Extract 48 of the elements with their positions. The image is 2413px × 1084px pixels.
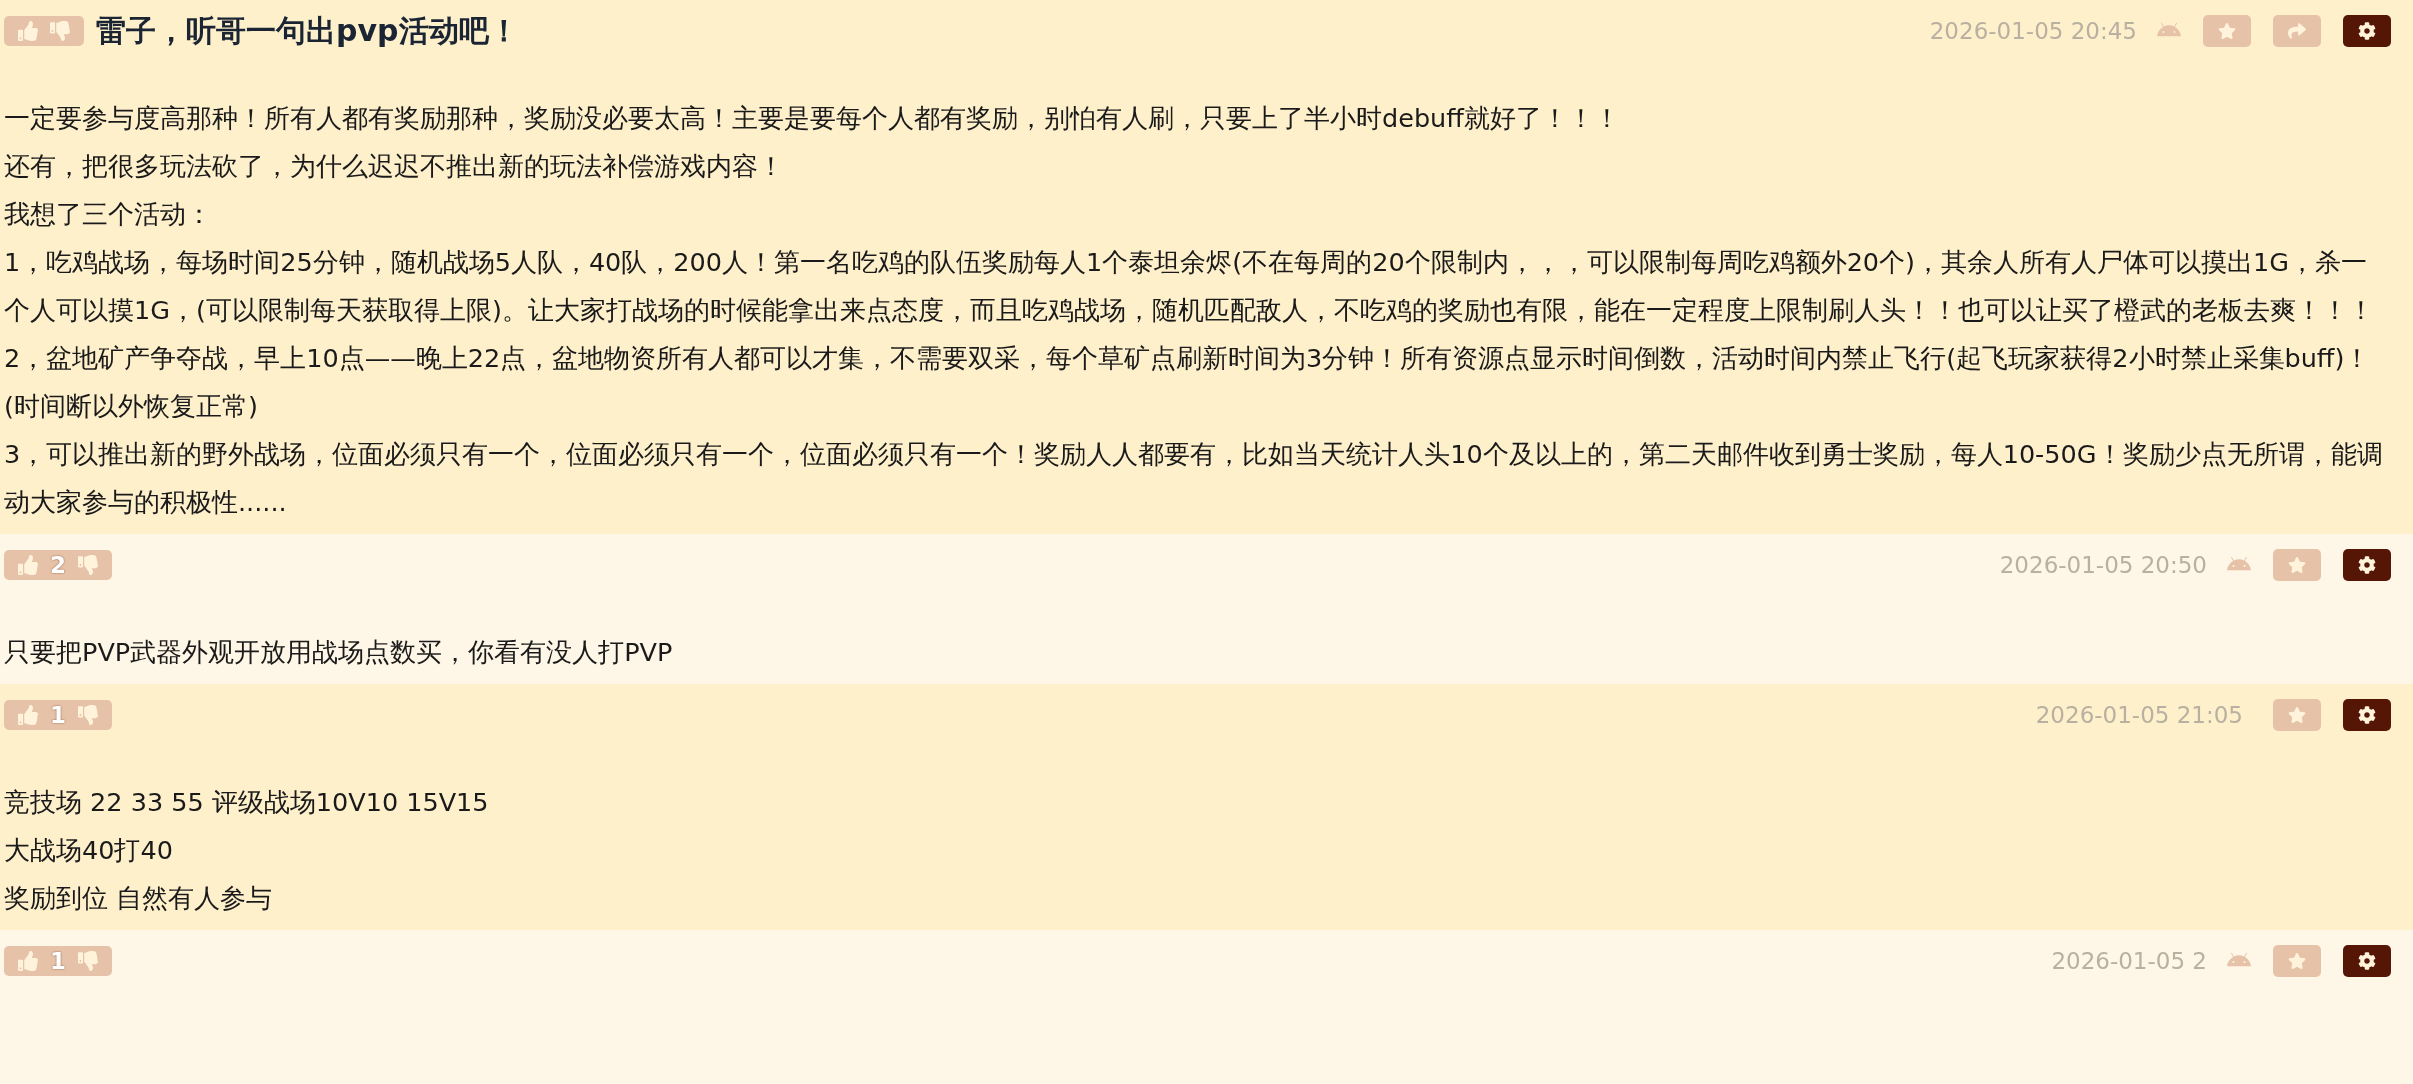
thumbs-up-icon[interactable] — [18, 951, 38, 971]
comment-text: 2，盆地矿产争夺战，早上10点——晚上22点，盆地物资所有人都可以才集，不需要双采，每个草矿点刷新时间为3分钟！所有资源点显示时间倒数，活动时间内禁止飞行(起飞玩家获得2小时禁止采集buff)！(时间断以外恢复正常) — [4, 342, 2372, 423]
star-icon — [2288, 556, 2306, 574]
settings-button[interactable] — [2343, 699, 2391, 731]
vote-count: 1 — [50, 948, 66, 974]
vote-pill[interactable]: 1 — [4, 946, 112, 976]
settings-button[interactable] — [2343, 15, 2391, 47]
vote-pill[interactable]: 1 — [4, 700, 112, 730]
settings-icon — [2358, 22, 2376, 40]
star-button[interactable] — [2273, 699, 2321, 731]
vote-pill[interactable]: 2 — [4, 550, 112, 580]
comment-text: 我想了三个活动： — [4, 198, 213, 231]
thumbs-down-icon[interactable] — [78, 555, 98, 575]
comment-text: 竞技场 22 33 55 评级战场10V10 15V15 — [4, 786, 490, 819]
timestamp: 2026-01-05 21:05 — [2035, 702, 2243, 728]
settings-icon — [2358, 706, 2376, 724]
comment-text: 1，吃鸡战场，每场时间25分钟，随机战场5人队，40队，200人！第一名吃鸡的队伍奖励每人1个泰坦余烬(不在每周的20个限制内，，，可以限制每周吃鸡额外20个)，其余人所有人尸体可以摸出1G，杀一个人可以摸1G，(可以限制每天获取得上限)。让大家打战场的时候能拿出来点态度，而且吃鸡战场，随机匹配敌人，不吃鸡的奖励也有限，能在一定程度上限制刷人头！！也可以让买了橙武的老板去爽！！！ — [4, 246, 2375, 327]
settings-button[interactable] — [2343, 549, 2391, 581]
timestamp: 2026-01-05 20:45 — [1929, 18, 2137, 44]
share-button[interactable] — [2273, 15, 2321, 47]
comment-text: 一定要参与度高那种！所有人都有奖励那种，奖励没必要太高！主要是要每个人都有奖励，别怕有人刷，只要上了半小时debuff就好了！！！ — [4, 102, 1621, 135]
star-button[interactable] — [2203, 15, 2251, 47]
comment-text: 奖励到位 自然有人参与 — [4, 882, 274, 915]
comment-text: 还有，把很多玩法砍了，为什么迟迟不推出新的玩法补偿游戏内容！ — [4, 150, 785, 183]
thumbs-down-icon[interactable] — [78, 705, 98, 725]
thumbs-up-icon[interactable] — [18, 21, 38, 41]
vote-count: 1 — [50, 702, 66, 728]
star-icon — [2218, 22, 2236, 40]
share-icon — [2288, 22, 2306, 40]
thumbs-up-icon[interactable] — [18, 555, 38, 575]
settings-button[interactable] — [2343, 945, 2391, 977]
post-title: 雷子，听哥一句出pvp活动吧！ — [96, 11, 519, 50]
timestamp: 2026-01-05 20:50 — [1999, 552, 2207, 578]
star-button[interactable] — [2273, 945, 2321, 977]
comment-text: 只要把PVP武器外观开放用战场点数买，你看有没人打PVP — [4, 636, 674, 669]
thumbs-down-icon[interactable] — [50, 21, 70, 41]
star-icon — [2288, 706, 2306, 724]
vote-count: 2 — [50, 552, 66, 578]
star-button[interactable] — [2273, 549, 2321, 581]
thumbs-up-icon[interactable] — [18, 705, 38, 725]
settings-icon — [2358, 556, 2376, 574]
thumbs-down-icon[interactable] — [78, 951, 98, 971]
comment-text: 3，可以推出新的野外战场，位面必须只有一个，位面必须只有一个，位面必须只有一个！奖励人人都要有，比如当天统计人头10个及以上的，第二天邮件收到勇士奖励，每人10-50G！奖励少点无所谓，能调动大家参与的积极性...... — [4, 438, 2384, 519]
vote-pill[interactable] — [4, 16, 84, 46]
star-icon — [2288, 952, 2306, 970]
timestamp: 2026-01-05 2 — [2051, 948, 2207, 974]
settings-icon — [2358, 952, 2376, 970]
comment-text: 大战场40打40 — [4, 834, 174, 867]
